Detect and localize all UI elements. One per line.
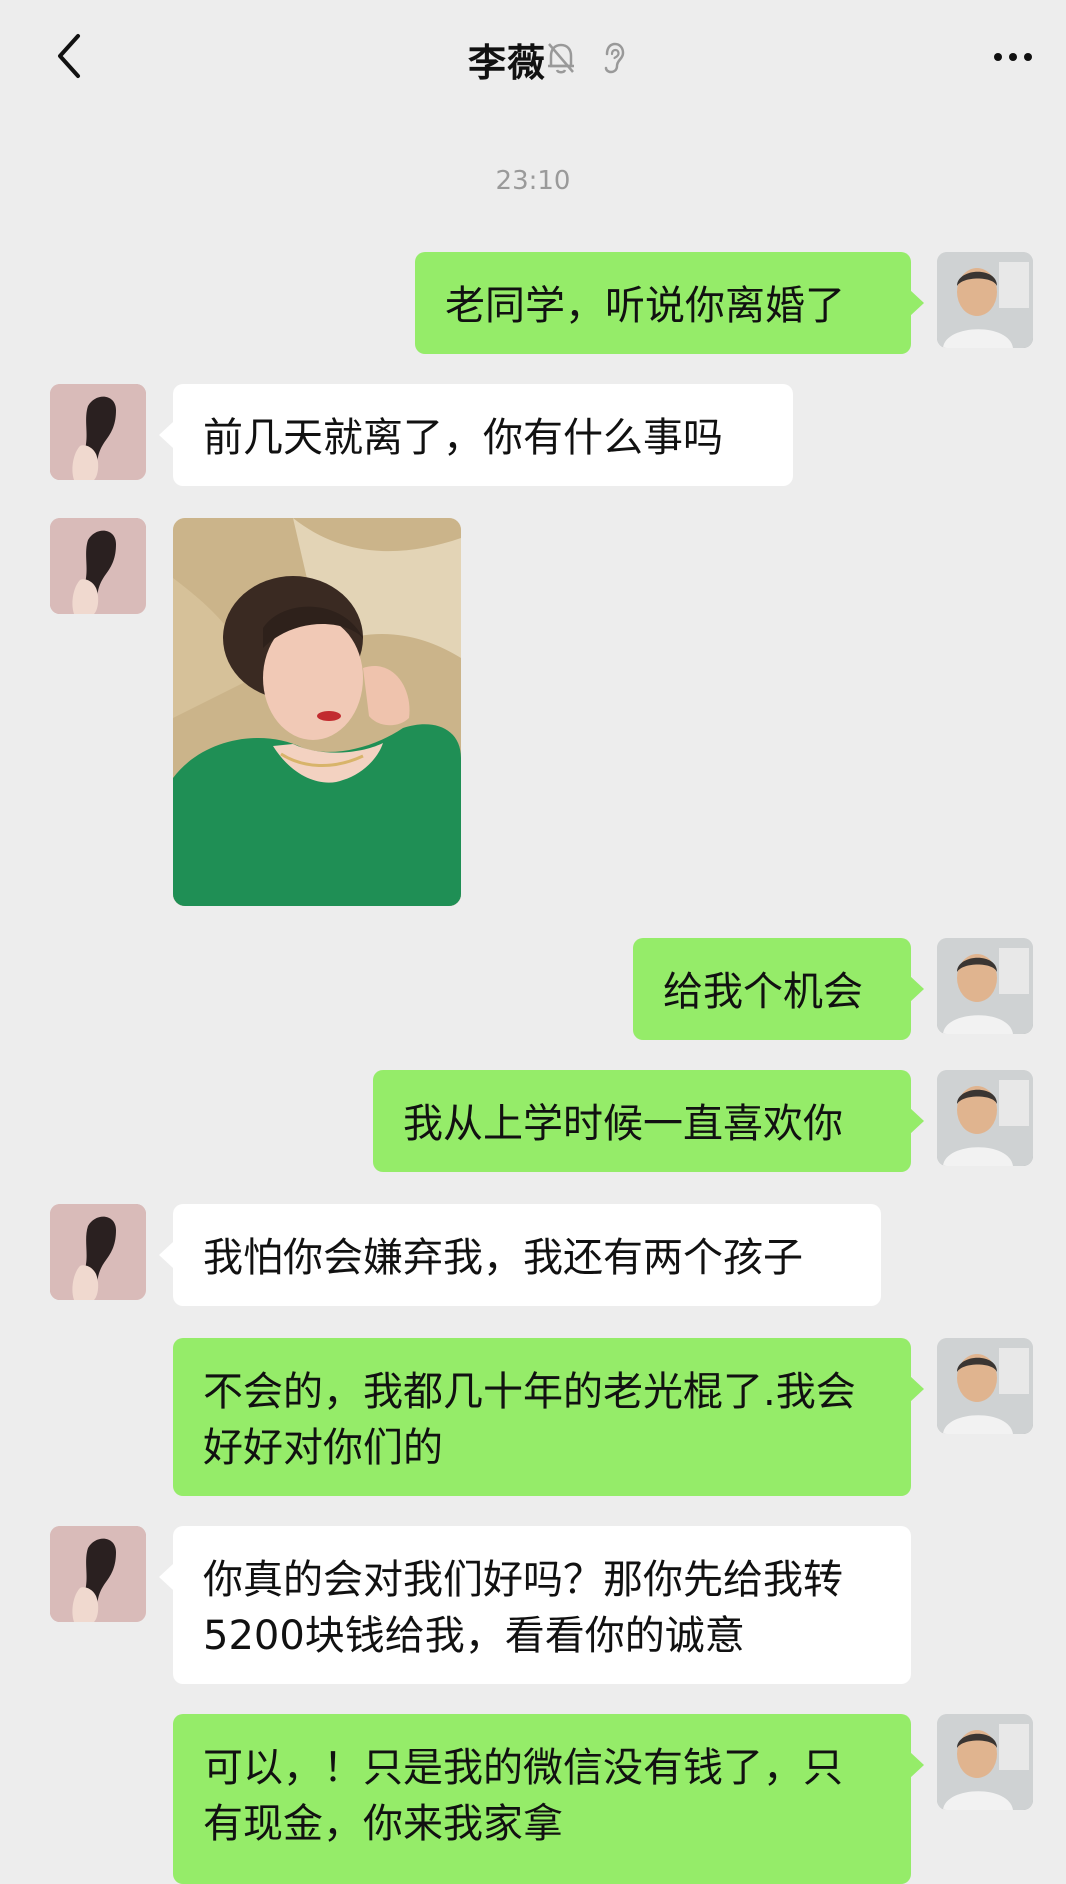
avatar-image [50, 384, 146, 480]
ellipsis-icon [994, 53, 1032, 61]
avatar-image [50, 1204, 146, 1300]
avatar-image [937, 1338, 1033, 1434]
message-bubble[interactable]: 可以，！只是我的微信没有钱了，只有现金，你来我家拿 [173, 1714, 911, 1884]
chat-title: 李薇 [467, 41, 546, 85]
ear-icon [600, 40, 628, 76]
message-text: 可以，！只是我的微信没有钱了，只有现金，你来我家拿 [203, 1745, 843, 1847]
bubble-tail [910, 1108, 924, 1134]
avatar[interactable] [50, 518, 146, 614]
message-text: 给我个机会 [663, 969, 863, 1015]
avatar-image [937, 1714, 1033, 1810]
message-bubble[interactable]: 我从上学时候一直喜欢你 [373, 1070, 911, 1172]
bubble-tail [159, 422, 173, 448]
photo-image [173, 518, 461, 906]
message-timestamp: 23:10 [495, 166, 571, 196]
avatar[interactable] [937, 1070, 1033, 1166]
message-bubble[interactable]: 老同学，听说你离婚了 [415, 252, 911, 354]
chat-header: 李薇 [0, 0, 1066, 120]
avatar[interactable] [937, 252, 1033, 348]
title-wrap: 李薇 [0, 32, 1066, 87]
message-text: 前几天就离了，你有什么事吗 [203, 415, 723, 461]
message-bubble[interactable]: 前几天就离了，你有什么事吗 [173, 384, 793, 486]
avatar-image [937, 938, 1033, 1034]
avatar[interactable] [937, 938, 1033, 1034]
bell-off-icon [545, 40, 577, 76]
more-button[interactable] [990, 42, 1036, 72]
bubble-tail [159, 1242, 173, 1268]
avatar[interactable] [937, 1338, 1033, 1434]
message-text: 不会的，我都几十年的老光棍了.我会好好对你们的 [203, 1369, 856, 1471]
message-bubble[interactable]: 我怕你会嫌弃我，我还有两个孩子 [173, 1204, 881, 1306]
message-text: 老同学，听说你离婚了 [445, 283, 845, 329]
message-bubble[interactable]: 给我个机会 [633, 938, 911, 1040]
message-bubble[interactable]: 你真的会对我们好吗？那你先给我转5200块钱给我，看看你的诚意 [173, 1526, 911, 1684]
bubble-tail [159, 1564, 173, 1590]
avatar-image [937, 252, 1033, 348]
bubble-tail [910, 976, 924, 1002]
bubble-tail [910, 1376, 924, 1402]
bubble-tail [910, 290, 924, 316]
avatar-image [937, 1070, 1033, 1166]
avatar[interactable] [50, 384, 146, 480]
avatar[interactable] [50, 1204, 146, 1300]
avatar[interactable] [50, 1526, 146, 1622]
avatar-image [50, 1526, 146, 1622]
bubble-tail [910, 1752, 924, 1778]
message-text: 我从上学时候一直喜欢你 [403, 1101, 843, 1147]
avatar[interactable] [937, 1714, 1033, 1810]
avatar-image [50, 518, 146, 614]
message-text: 你真的会对我们好吗？那你先给我转5200块钱给我，看看你的诚意 [203, 1557, 843, 1659]
message-bubble[interactable]: 不会的，我都几十年的老光棍了.我会好好对你们的 [173, 1338, 911, 1496]
message-photo[interactable] [173, 518, 461, 906]
message-text: 我怕你会嫌弃我，我还有两个孩子 [203, 1235, 803, 1281]
